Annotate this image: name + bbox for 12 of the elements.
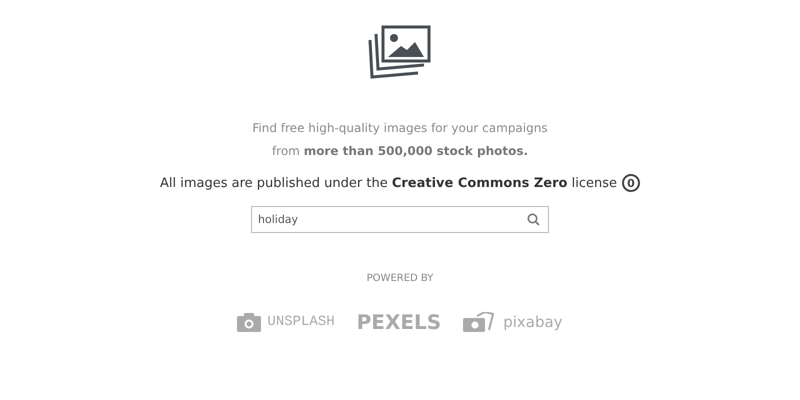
provider-logo-text[interactable]: pixabay xyxy=(503,313,563,331)
license-text: All images are published under the Creative Commons Zero license xyxy=(160,176,617,190)
search-icon[interactable] xyxy=(527,213,540,226)
camera-icon xyxy=(237,312,262,332)
cc-zero-badge: 0 xyxy=(622,174,640,192)
intro-text: Find free high-quality images for your campaigns xyxy=(252,121,548,135)
intro-text: from more than 500,000 stock photos. xyxy=(272,144,528,158)
powered-by-label: POWERED BY xyxy=(366,273,434,284)
provider-logo-text[interactable]: UNSPLASH xyxy=(267,314,335,330)
search-field[interactable]: holiday xyxy=(251,206,549,233)
photos-icon xyxy=(368,25,432,81)
provider-logo-text[interactable]: PEXELS xyxy=(356,310,442,334)
